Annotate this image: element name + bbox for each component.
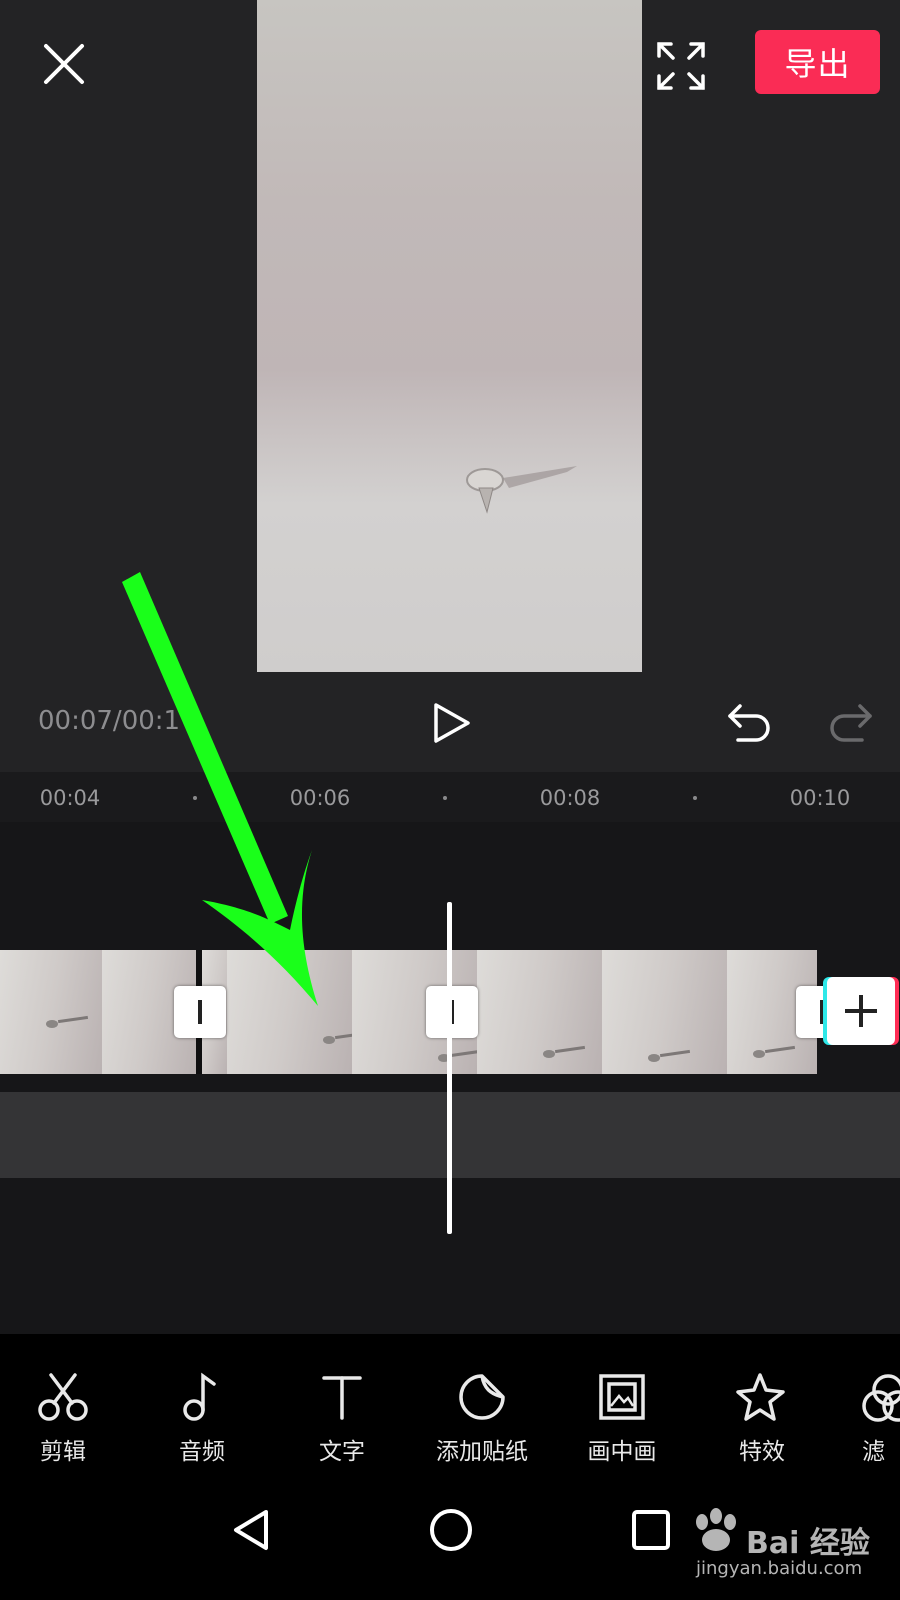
play-icon [434, 703, 470, 743]
clip-thumbnail[interactable] [0, 950, 102, 1074]
undo-icon [728, 704, 770, 742]
tool-label: 画中画 [587, 1439, 657, 1465]
playhead[interactable] [447, 902, 452, 1234]
tool-picture-in-picture[interactable]: 画中画 [562, 1372, 682, 1466]
ruler-dot [193, 796, 197, 800]
home-circle-icon[interactable] [427, 1506, 475, 1554]
recents-square-icon[interactable] [628, 1506, 674, 1554]
filter-icon [862, 1374, 900, 1422]
ruler-dot [693, 796, 697, 800]
add-clip-button[interactable] [827, 977, 895, 1045]
tool-effects[interactable]: 特效 [702, 1372, 822, 1466]
sticker-icon [459, 1374, 505, 1420]
close-icon [44, 44, 84, 84]
ruler-tick: 00:08 [539, 786, 601, 810]
ruler-tick: 00:04 [39, 786, 101, 810]
tool-label: 文字 [319, 1439, 365, 1465]
video-preview[interactable] [257, 0, 642, 672]
back-triangle-icon[interactable] [228, 1506, 274, 1554]
video-track[interactable] [0, 950, 848, 1074]
tool-label: 音频 [179, 1439, 225, 1465]
clip-thumbnail[interactable] [227, 950, 352, 1074]
ruler-dot [443, 796, 447, 800]
baidu-jingyan-watermark: Bai 经验 jingyan.baidu.com [688, 1500, 878, 1590]
fullscreen-button[interactable] [655, 40, 707, 92]
tool-label: 特效 [739, 1439, 785, 1465]
ruler-tick: 00:10 [789, 786, 851, 810]
baidu-paw-logo [696, 1508, 736, 1551]
tool-cut[interactable]: 剪辑 [3, 1372, 123, 1466]
playback-timecode: 00:07/00:1 [38, 706, 181, 736]
tool-sticker[interactable]: 添加贴纸 [422, 1372, 542, 1466]
time-ruler[interactable]: 00:04 00:06 00:08 00:10 [0, 772, 900, 822]
export-button[interactable]: 导出 [755, 30, 880, 94]
close-button[interactable] [38, 38, 90, 90]
effects-star-icon [736, 1373, 785, 1421]
music-note-icon [183, 1372, 216, 1421]
preview-frame-image [466, 466, 577, 514]
tool-label: 添加贴纸 [436, 1439, 528, 1465]
play-button[interactable] [428, 700, 474, 746]
tool-label: 滤 [862, 1439, 885, 1465]
ruler-tick: 00:06 [289, 786, 351, 810]
transition-button[interactable] [426, 986, 478, 1038]
redo-icon [830, 704, 872, 742]
clip-thumbnail[interactable] [477, 950, 602, 1074]
picture-in-picture-icon [599, 1374, 645, 1420]
fullscreen-icon [657, 42, 705, 90]
transition-button[interactable] [174, 986, 226, 1038]
tool-audio[interactable]: 音频 [142, 1372, 262, 1466]
tool-text[interactable]: 文字 [282, 1372, 402, 1466]
undo-button[interactable] [726, 700, 774, 746]
tool-filter[interactable]: 滤 [842, 1372, 900, 1466]
tool-label: 剪辑 [40, 1439, 86, 1465]
watermark-brand: Bai 经验 [746, 1526, 870, 1561]
text-icon [322, 1376, 362, 1420]
bottom-toolbar: 剪辑 音频 文字 添加贴纸 画中画 特效 滤 [0, 1334, 900, 1484]
scissors-icon [38, 1373, 88, 1421]
redo-button[interactable] [826, 700, 874, 746]
clip-thumbnail[interactable] [602, 950, 727, 1074]
watermark-url: jingyan.baidu.com [696, 1558, 863, 1579]
